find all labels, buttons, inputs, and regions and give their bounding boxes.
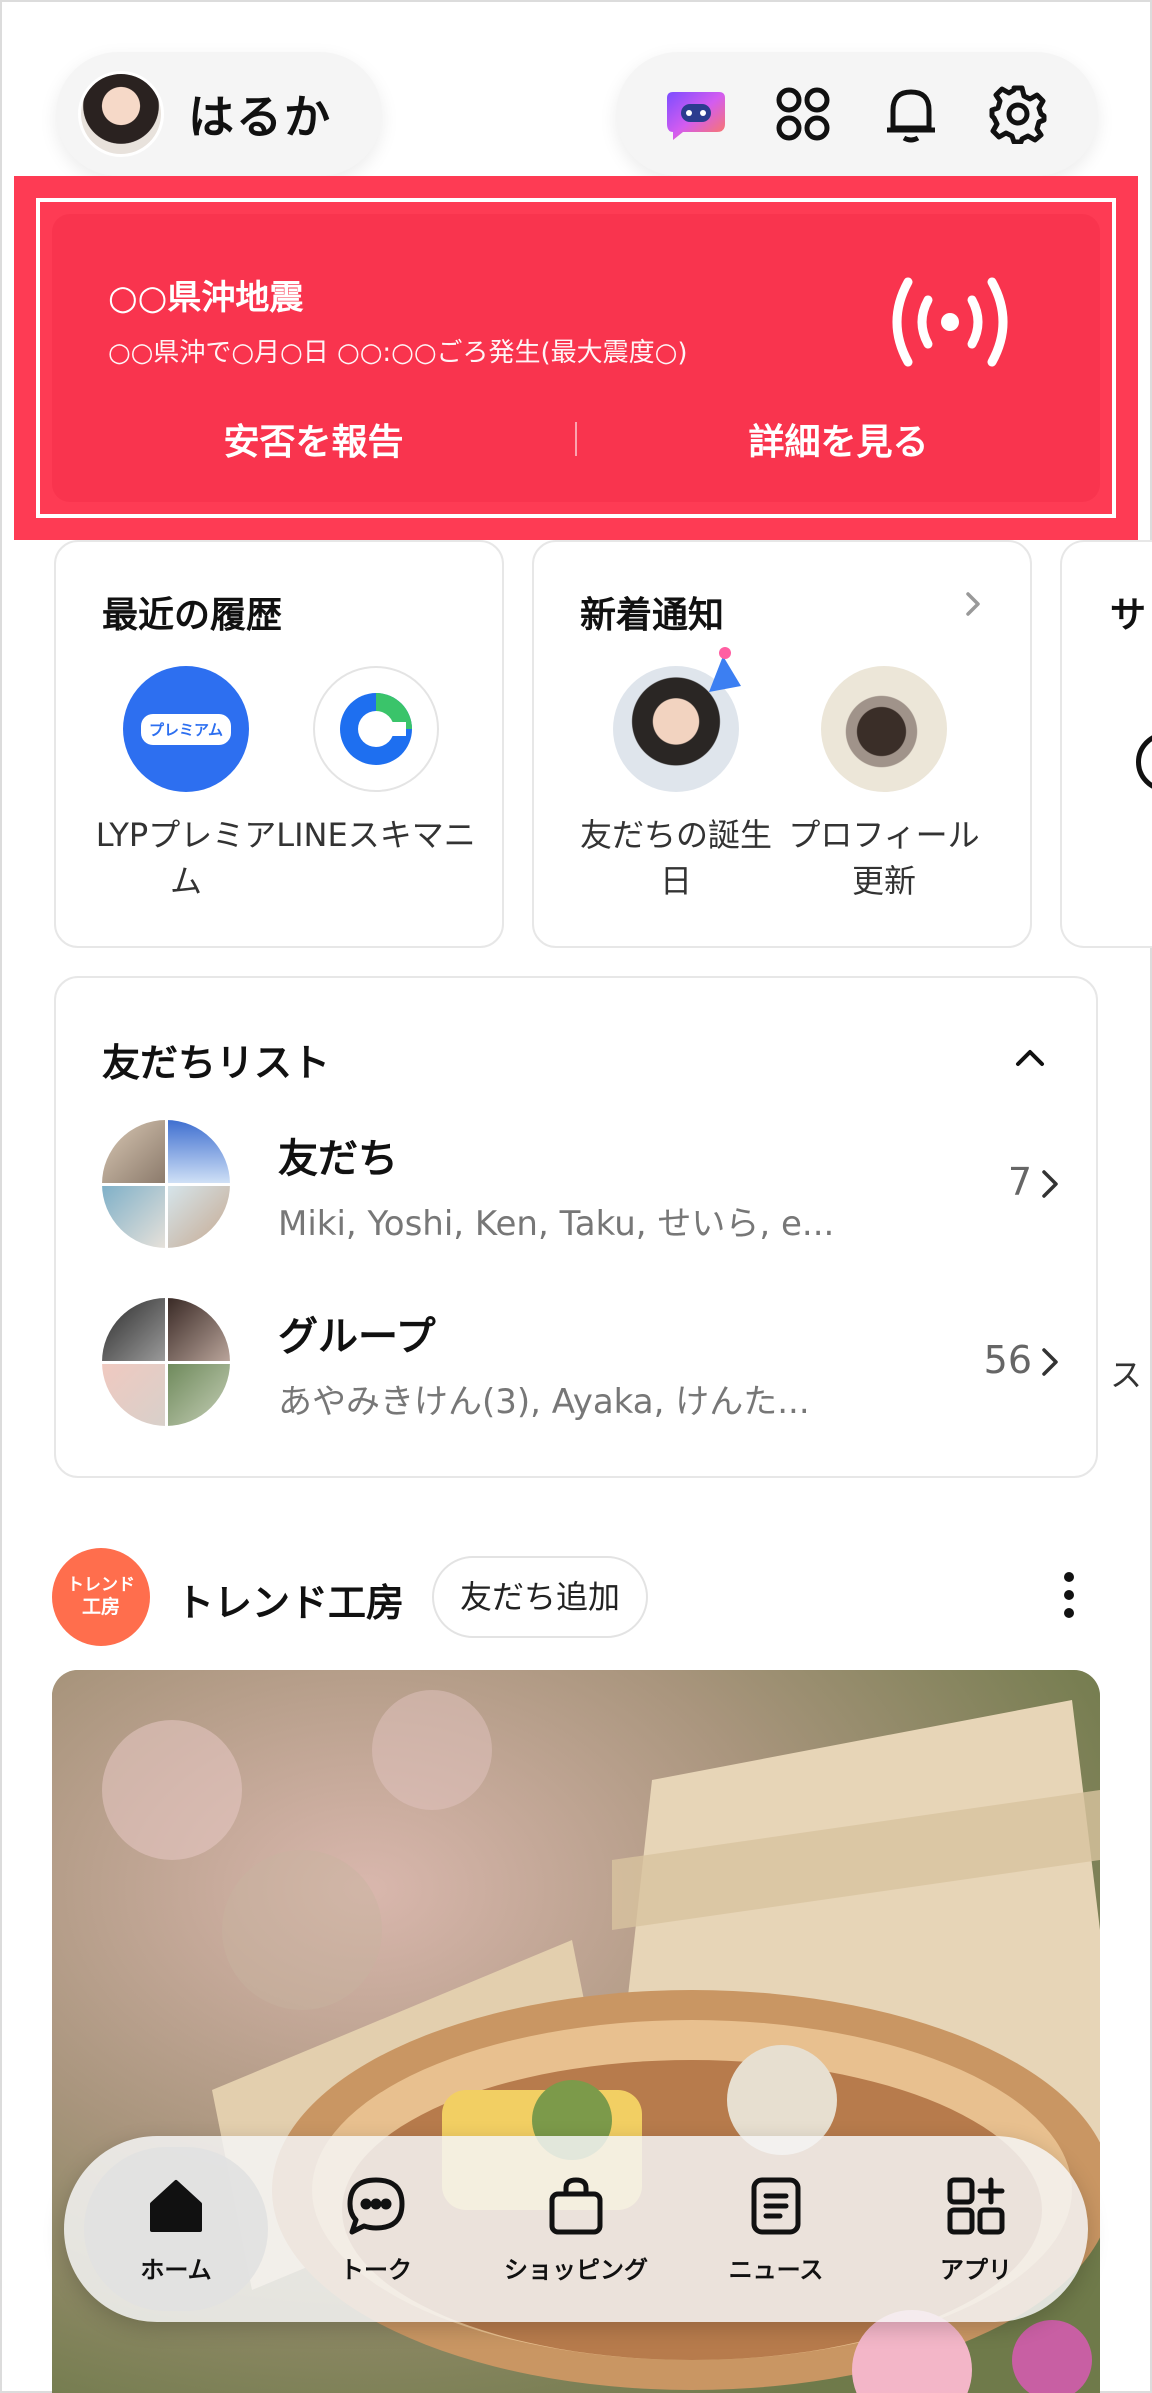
earthquake-alert-banner: ○○県沖地震 ○○県沖で○月○日 ○○:○○ごろ発生(最大震度○) 安否を報告 … <box>14 176 1138 540</box>
notification-item-profile-update[interactable]: プロフィール更新 <box>784 666 984 904</box>
party-hat-icon <box>709 647 741 692</box>
report-safety-button[interactable]: 安否を報告 <box>52 413 575 465</box>
alert-card[interactable]: ○○県沖地震 ○○県沖で○月○日 ○○:○○ごろ発生(最大震度○) 安否を報告 … <box>52 214 1100 502</box>
partial-card-label: ス <box>1110 1356 1143 1394</box>
recent-item-label: LYPプレミアム <box>95 816 277 900</box>
ai-assistant-icon[interactable] <box>660 78 732 150</box>
nav-label: ショッピング <box>504 2255 648 2284</box>
alert-title: ○○県沖地震 <box>108 278 304 318</box>
broadcast-icon <box>892 277 1008 367</box>
notification-item-birthday[interactable]: 友だちの誕生日 <box>576 647 776 904</box>
chevron-right-icon[interactable] <box>958 590 986 618</box>
recent-item-line-skimani[interactable]: LINEスキマニ <box>276 666 476 858</box>
line-skimani-icon <box>313 666 439 792</box>
friends-list-card: 友だちリスト 友だち Miki, Yoshi, Ken, Taku, せいら, … <box>54 976 1098 1478</box>
official-account-name[interactable]: トレンド工房 <box>176 1572 404 1627</box>
profile-update-avatar <box>821 666 947 792</box>
nav-label: ニュース <box>728 2255 824 2284</box>
recent-item-label: LINEスキマニ <box>276 816 476 854</box>
add-friend-button[interactable]: 友だち追加 <box>432 1556 649 1638</box>
chevron-up-icon[interactable] <box>1010 1038 1050 1078</box>
alert-subtitle: ○○県沖で○月○日 ○○:○○ごろ発生(最大震度○) <box>108 338 688 368</box>
chevron-right-icon <box>1042 1170 1058 1198</box>
partial-card-title: サ <box>1110 595 1147 636</box>
friends-list-title: 友だちリスト <box>102 1041 331 1085</box>
notification-item-label: 友だちの誕生日 <box>579 816 772 900</box>
view-details-button[interactable]: 詳細を見る <box>577 413 1100 465</box>
lyp-premium-icon-text: プレミアム <box>141 713 231 745</box>
friends-row-subtitle: Miki, Yoshi, Ken, Taku, せいら, e... <box>278 1204 835 1244</box>
header-icons <box>616 52 1098 176</box>
logo-line: トレンド <box>67 1575 135 1595</box>
nav-home[interactable]: ホーム <box>84 2147 268 2311</box>
alert-actions: 安否を報告 詳細を見る <box>52 402 1100 476</box>
chat-icon <box>347 2177 405 2234</box>
apps-grid-icon[interactable] <box>767 78 839 150</box>
nav-talk[interactable]: トーク <box>284 2147 468 2311</box>
friends-count: 7 <box>1007 1160 1032 1204</box>
new-notifications-title: 新着通知 <box>580 595 725 636</box>
nav-news[interactable]: ニュース <box>684 2147 868 2311</box>
partial-card: サ ス <box>1060 540 1152 1394</box>
groups-row-title: グループ <box>278 1314 436 1360</box>
friend-birthday-avatar <box>613 647 741 792</box>
nav-label: ホーム <box>140 2255 212 2284</box>
recent-history-title: 最近の履歴 <box>102 595 283 636</box>
bell-icon[interactable] <box>875 78 947 150</box>
shopping-bag-icon <box>549 2177 603 2234</box>
nav-label: アプリ <box>940 2255 1012 2284</box>
logo-line: 工房 <box>81 1596 120 1618</box>
avatar <box>78 71 164 157</box>
recent-item-lyp-premium[interactable]: プレミアム LYPプレミアム <box>86 666 286 904</box>
profile-button[interactable]: はるか <box>56 52 382 176</box>
gear-icon[interactable] <box>982 78 1054 150</box>
groups-row-subtitle: あやみきけん(3), Ayaka, けんた... <box>278 1382 810 1422</box>
nav-apps[interactable]: アプリ <box>884 2147 1068 2311</box>
apps-icon <box>947 2177 1005 2234</box>
trend-kobo-logo[interactable]: トレンド 工房 <box>52 1548 150 1646</box>
chevron-right-icon <box>1042 1348 1058 1376</box>
nav-shopping[interactable]: ショッピング <box>484 2147 668 2311</box>
friends-avatar-mosaic <box>102 1120 230 1248</box>
partial-card-icon <box>1136 732 1152 792</box>
groups-row[interactable]: グループ あやみきけん(3), Ayaka, けんた... 56 <box>102 1298 1062 1428</box>
news-icon <box>751 2177 801 2234</box>
notification-item-label: プロフィール更新 <box>788 816 980 900</box>
profile-name: はるか <box>188 90 332 144</box>
bottom-nav: ホーム トーク ショッピング ニュース アプリ <box>64 2136 1088 2322</box>
new-notifications-card: 新着通知 友だちの誕生日 プロフィール更新 <box>532 540 1032 948</box>
home-icon <box>150 2179 202 2232</box>
lyp-premium-icon: プレミアム <box>123 666 249 792</box>
friends-row-title: 友だち <box>278 1136 398 1182</box>
more-vertical-icon[interactable] <box>1060 1570 1078 1620</box>
groups-avatar-mosaic <box>102 1298 230 1426</box>
groups-count: 56 <box>983 1338 1032 1382</box>
friends-row[interactable]: 友だち Miki, Yoshi, Ken, Taku, せいら, e... 7 <box>102 1120 1062 1250</box>
recent-history-card: 最近の履歴 プレミアム LYPプレミアム LINEスキマニ <box>54 540 504 948</box>
nav-label: トーク <box>340 2255 412 2284</box>
